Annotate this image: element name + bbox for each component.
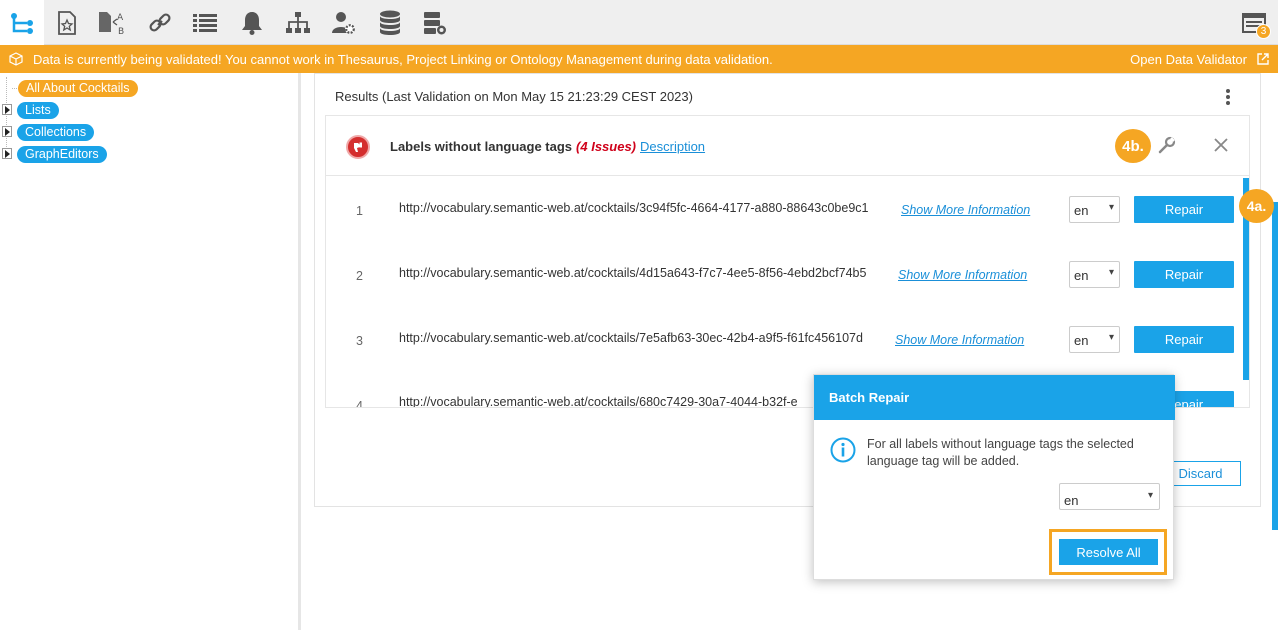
row-number: 4 xyxy=(356,399,363,408)
dialog-title: Batch Repair xyxy=(814,375,1175,420)
tree-item-root[interactable]: All About Cocktails xyxy=(12,78,138,98)
validation-banner: Data is currently being validated! You c… xyxy=(0,45,1278,73)
tree-item-collections[interactable]: Collections xyxy=(0,122,95,142)
database-server-icon[interactable] xyxy=(413,0,457,45)
issue-panel: Labels without language tags (4 Issues) De… xyxy=(325,115,1250,408)
tree-item-grapheditors[interactable]: GraphEditors xyxy=(0,144,107,164)
repair-button[interactable]: Repair xyxy=(1134,326,1234,353)
tree-item-label[interactable]: All About Cocktails xyxy=(18,79,138,97)
row-uri: http://vocabulary.semantic-web.at/cockta… xyxy=(399,395,798,408)
database-icon[interactable] xyxy=(368,0,412,45)
hierarchy-icon[interactable] xyxy=(0,0,44,45)
dialog-message: For all labels without language tags the… xyxy=(867,437,1134,468)
cube-icon xyxy=(9,52,23,69)
row-uri: http://vocabulary.semantic-web.at/cockta… xyxy=(399,201,869,215)
language-select[interactable]: en xyxy=(1069,326,1120,353)
results-title: Results (Last Validation on Mon May 15 2… xyxy=(335,89,693,104)
show-more-information-link[interactable]: Show More Information xyxy=(895,333,1024,347)
issue-row: 3 http://vocabulary.semantic-web.at/cock… xyxy=(326,307,1249,372)
issue-row: 2 http://vocabulary.semantic-web.at/cock… xyxy=(326,242,1249,307)
issue-title-text: Labels without language tags xyxy=(390,139,573,154)
issue-header: Labels without language tags (4 Issues) De… xyxy=(326,116,1249,176)
issue-title: Labels without language tags (4 Issues) De… xyxy=(390,139,705,154)
show-more-information-link[interactable]: Show More Information xyxy=(901,203,1030,217)
description-link[interactable]: Description xyxy=(640,139,705,154)
expand-arrow-icon[interactable] xyxy=(2,148,12,159)
row-number: 1 xyxy=(356,204,363,218)
row-uri: http://vocabulary.semantic-web.at/cockta… xyxy=(399,331,863,345)
row-uri: http://vocabulary.semantic-web.at/cockta… xyxy=(399,266,867,280)
show-more-information-link[interactable]: Show More Information xyxy=(898,268,1027,282)
svg-text:B: B xyxy=(118,27,124,36)
top-toolbar: AB 3 xyxy=(0,0,1278,45)
language-select[interactable]: en xyxy=(1069,261,1120,288)
resolve-all-button[interactable]: Resolve All xyxy=(1059,539,1158,565)
row-number: 3 xyxy=(356,334,363,348)
user-settings-icon[interactable] xyxy=(322,0,366,45)
expand-arrow-icon[interactable] xyxy=(2,126,12,137)
tree-item-label[interactable]: GraphEditors xyxy=(17,145,107,163)
expand-arrow-icon[interactable] xyxy=(2,104,12,115)
batch-language-select[interactable]: en xyxy=(1059,483,1160,510)
link-icon[interactable] xyxy=(138,0,182,45)
repair-button[interactable]: Repair xyxy=(1134,196,1234,223)
tree-item-label[interactable]: Collections xyxy=(17,123,95,141)
tree-item-lists[interactable]: Lists xyxy=(0,100,59,120)
resolve-all-highlight: Resolve All xyxy=(1049,529,1167,575)
bell-icon[interactable] xyxy=(230,0,274,45)
project-tree-sidebar: All About Cocktails Lists Collections Gr… xyxy=(0,73,301,630)
more-options-icon[interactable] xyxy=(1220,87,1236,107)
notification-count-badge: 3 xyxy=(1256,24,1271,39)
repair-button[interactable]: Repair xyxy=(1134,261,1234,288)
step-badge-4b: 4b. xyxy=(1115,129,1151,163)
last-validation-text: (Last Validation on Mon May 15 21:23:29 … xyxy=(381,89,693,104)
close-icon[interactable] xyxy=(1213,137,1229,158)
wrench-icon[interactable] xyxy=(1158,136,1176,159)
favorite-document-icon[interactable] xyxy=(45,0,89,45)
results-label: Results xyxy=(335,89,379,104)
external-link-icon[interactable] xyxy=(1256,52,1270,69)
info-icon xyxy=(830,437,856,468)
thumbs-down-icon xyxy=(346,135,370,159)
sitemap-icon[interactable] xyxy=(276,0,320,45)
issue-count: (4 Issues) xyxy=(576,139,637,154)
tree-item-label[interactable]: Lists xyxy=(17,101,59,119)
translate-icon[interactable]: AB xyxy=(90,0,134,45)
banner-message: Data is currently being validated! You c… xyxy=(33,52,773,67)
list-icon[interactable] xyxy=(183,0,227,45)
notifications-list-icon[interactable] xyxy=(1232,0,1276,45)
row-number: 2 xyxy=(356,269,363,283)
language-select[interactable]: en xyxy=(1069,196,1120,223)
batch-repair-dialog: Batch Repair For all labels without lang… xyxy=(813,374,1175,580)
open-data-validator-link[interactable]: Open Data Validator xyxy=(1130,52,1247,67)
step-badge-4a: 4a. xyxy=(1239,189,1274,223)
svg-text:A: A xyxy=(117,13,124,23)
issue-row: 1 http://vocabulary.semantic-web.at/cock… xyxy=(326,177,1249,242)
page-scrollbar[interactable] xyxy=(1272,202,1278,530)
